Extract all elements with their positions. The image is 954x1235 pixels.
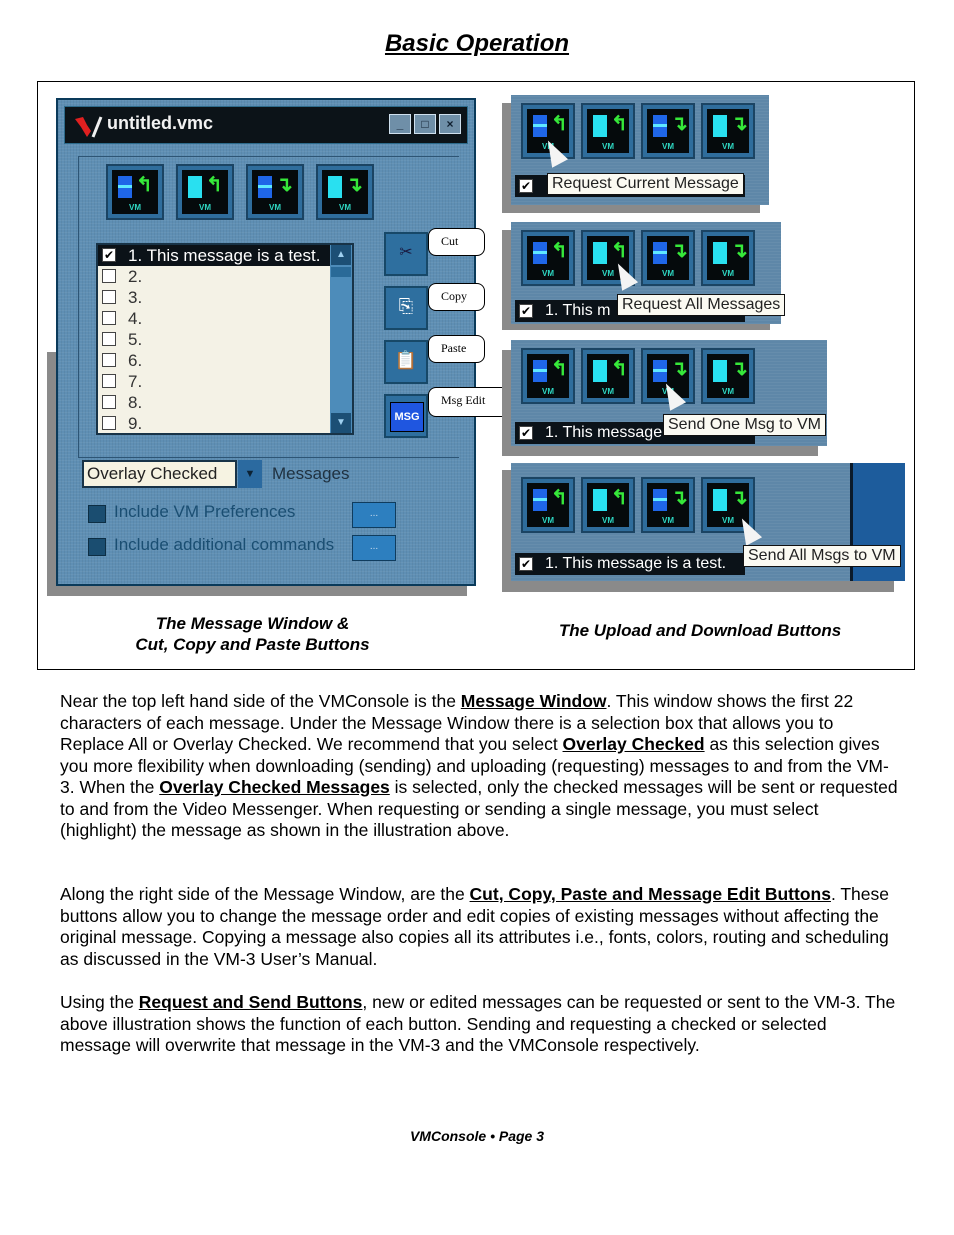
message-item[interactable]: 9. xyxy=(98,413,330,434)
message-checkbox[interactable] xyxy=(102,395,116,409)
mode-select-value: Overlay Checked xyxy=(82,460,237,488)
message-checkbox[interactable]: ✔ xyxy=(519,304,533,318)
send-all-msgs-icon xyxy=(328,176,342,198)
panel-request-all: ↰ VM ↰ VM ↴ VM ↴ VM ✔ 1. This m Request All M… xyxy=(511,222,786,324)
additional-commands-checkbox[interactable] xyxy=(88,538,106,556)
copy-icon: ⎘ xyxy=(398,296,414,316)
message-item[interactable]: 7. xyxy=(98,371,330,392)
send-all-msgs-button[interactable]: ↴ VM xyxy=(316,164,374,220)
message-item[interactable]: 6. xyxy=(98,350,330,371)
paragraph-edit-buttons: Along the right side of the Message Wind… xyxy=(60,884,889,969)
message-checkbox[interactable] xyxy=(102,374,116,388)
message-item[interactable]: ✔ 1. This message is a test. xyxy=(515,553,745,575)
message-item[interactable]: 2. xyxy=(98,266,330,287)
message-item[interactable]: 3. xyxy=(98,287,330,308)
mode-select[interactable]: Overlay Checked ▼ xyxy=(82,460,262,488)
tooltip: Send One Msg to VM xyxy=(663,414,826,436)
message-checkbox[interactable]: ✔ xyxy=(519,179,533,193)
close-button[interactable]: × xyxy=(439,114,461,134)
message-item[interactable]: 8. xyxy=(98,392,330,413)
scroll-thumb[interactable] xyxy=(331,267,351,277)
paste-button[interactable]: 📋 xyxy=(384,340,428,384)
tooltip: Request Current Message xyxy=(547,173,744,195)
maximize-button[interactable]: □ xyxy=(414,114,436,134)
page-title: Basic Operation xyxy=(384,30,570,57)
paragraph-message-window: Near the top left hand side of the VMCon… xyxy=(60,691,898,840)
caption-upload-download: The Upload and Download Buttons xyxy=(558,621,842,640)
mouse-cursor-icon xyxy=(733,514,763,546)
callout-copy: Copy xyxy=(428,283,485,311)
mode-select-suffix: Messages xyxy=(272,464,350,483)
request-current-message-button[interactable]: ↰ VM xyxy=(106,164,164,220)
panel-send-one: ↰ VM ↰ VM ↴ VM ↴ VM ✔ 1. This message Send On… xyxy=(511,340,827,446)
callout-msg-edit: Msg Edit xyxy=(428,387,512,417)
scroll-up-arrow-icon[interactable]: ▲ xyxy=(331,245,351,265)
caption-message-window: The Message Window & Cut, Copy and Paste… xyxy=(135,614,370,654)
paragraph-request-send: Using the Request and Send Buttons, new … xyxy=(60,992,896,1055)
tooltip: Send All Msgs to VM xyxy=(743,545,901,567)
window-title: untitled.vmc xyxy=(107,113,214,133)
edit-toolbar: ✂ ⎘ 📋 MSG xyxy=(384,232,428,438)
message-window: untitled.vmc _ □ × ↰ VM ↰ VM ↴ VM ↴ VM ✔ 1. T… xyxy=(56,98,476,586)
message-checkbox[interactable] xyxy=(102,290,116,304)
list-scrollbar[interactable]: ▲ ▼ xyxy=(330,245,352,433)
send-one-msg-icon xyxy=(258,176,272,198)
title-bar: untitled.vmc _ □ × xyxy=(64,106,468,144)
scroll-down-arrow-icon[interactable]: ▼ xyxy=(331,413,351,433)
request-all-messages-icon xyxy=(188,176,202,198)
chevron-down-icon[interactable]: ▼ xyxy=(238,460,262,488)
message-checkbox[interactable] xyxy=(102,332,116,346)
message-checkbox[interactable]: ✔ xyxy=(519,557,533,571)
scissors-icon: ✂ xyxy=(399,244,413,261)
message-checkbox[interactable]: ✔ xyxy=(519,426,533,440)
msg-edit-icon: MSG xyxy=(390,402,424,432)
send-one-msg-button[interactable]: ↴ VM xyxy=(246,164,304,220)
msg-edit-button[interactable]: MSG xyxy=(384,394,428,438)
vm-preferences-more-button[interactable]: ... xyxy=(352,502,396,528)
callout-cut: Cut xyxy=(428,228,485,256)
page-footer: VMConsole • Page 3 xyxy=(409,1128,545,1144)
message-checkbox[interactable]: ✔ xyxy=(102,248,116,262)
additional-commands-more-button[interactable]: ... xyxy=(352,535,396,561)
message-list: ✔ 1. This message is a test. 2. 3. 4. 5. … xyxy=(96,243,354,435)
request-current-message-icon xyxy=(118,176,132,198)
message-checkbox[interactable] xyxy=(102,416,116,430)
message-item[interactable]: 5. xyxy=(98,329,330,350)
clipboard-icon: 📋 xyxy=(394,350,418,370)
panel-send-all: ↰ VM ↰ VM ↴ VM ↴ VM ✔ 1. This message is a te… xyxy=(511,463,905,581)
minimize-button[interactable]: _ xyxy=(389,114,411,134)
vm-toolbar: ↰ VM ↰ VM ↴ VM ↴ VM xyxy=(106,164,374,220)
panel-request-current: ↰ VM ↰ VM ↴ VM ↴ VM ✔ Request Current Messag… xyxy=(511,95,769,205)
request-all-messages-button[interactable]: ↰ VM xyxy=(176,164,234,220)
message-item[interactable]: ✔ 1. This message is a test. xyxy=(98,245,330,266)
message-checkbox[interactable] xyxy=(102,311,116,325)
vm-preferences-checkbox[interactable] xyxy=(88,505,106,523)
message-item[interactable]: 4. xyxy=(98,308,330,329)
tooltip: Request All Messages xyxy=(617,294,786,316)
app-logo-icon xyxy=(75,116,103,138)
callout-paste: Paste xyxy=(428,335,485,363)
cut-button[interactable]: ✂ xyxy=(384,232,428,276)
message-checkbox[interactable] xyxy=(102,353,116,367)
message-checkbox[interactable] xyxy=(102,269,116,283)
copy-button[interactable]: ⎘ xyxy=(384,286,428,330)
